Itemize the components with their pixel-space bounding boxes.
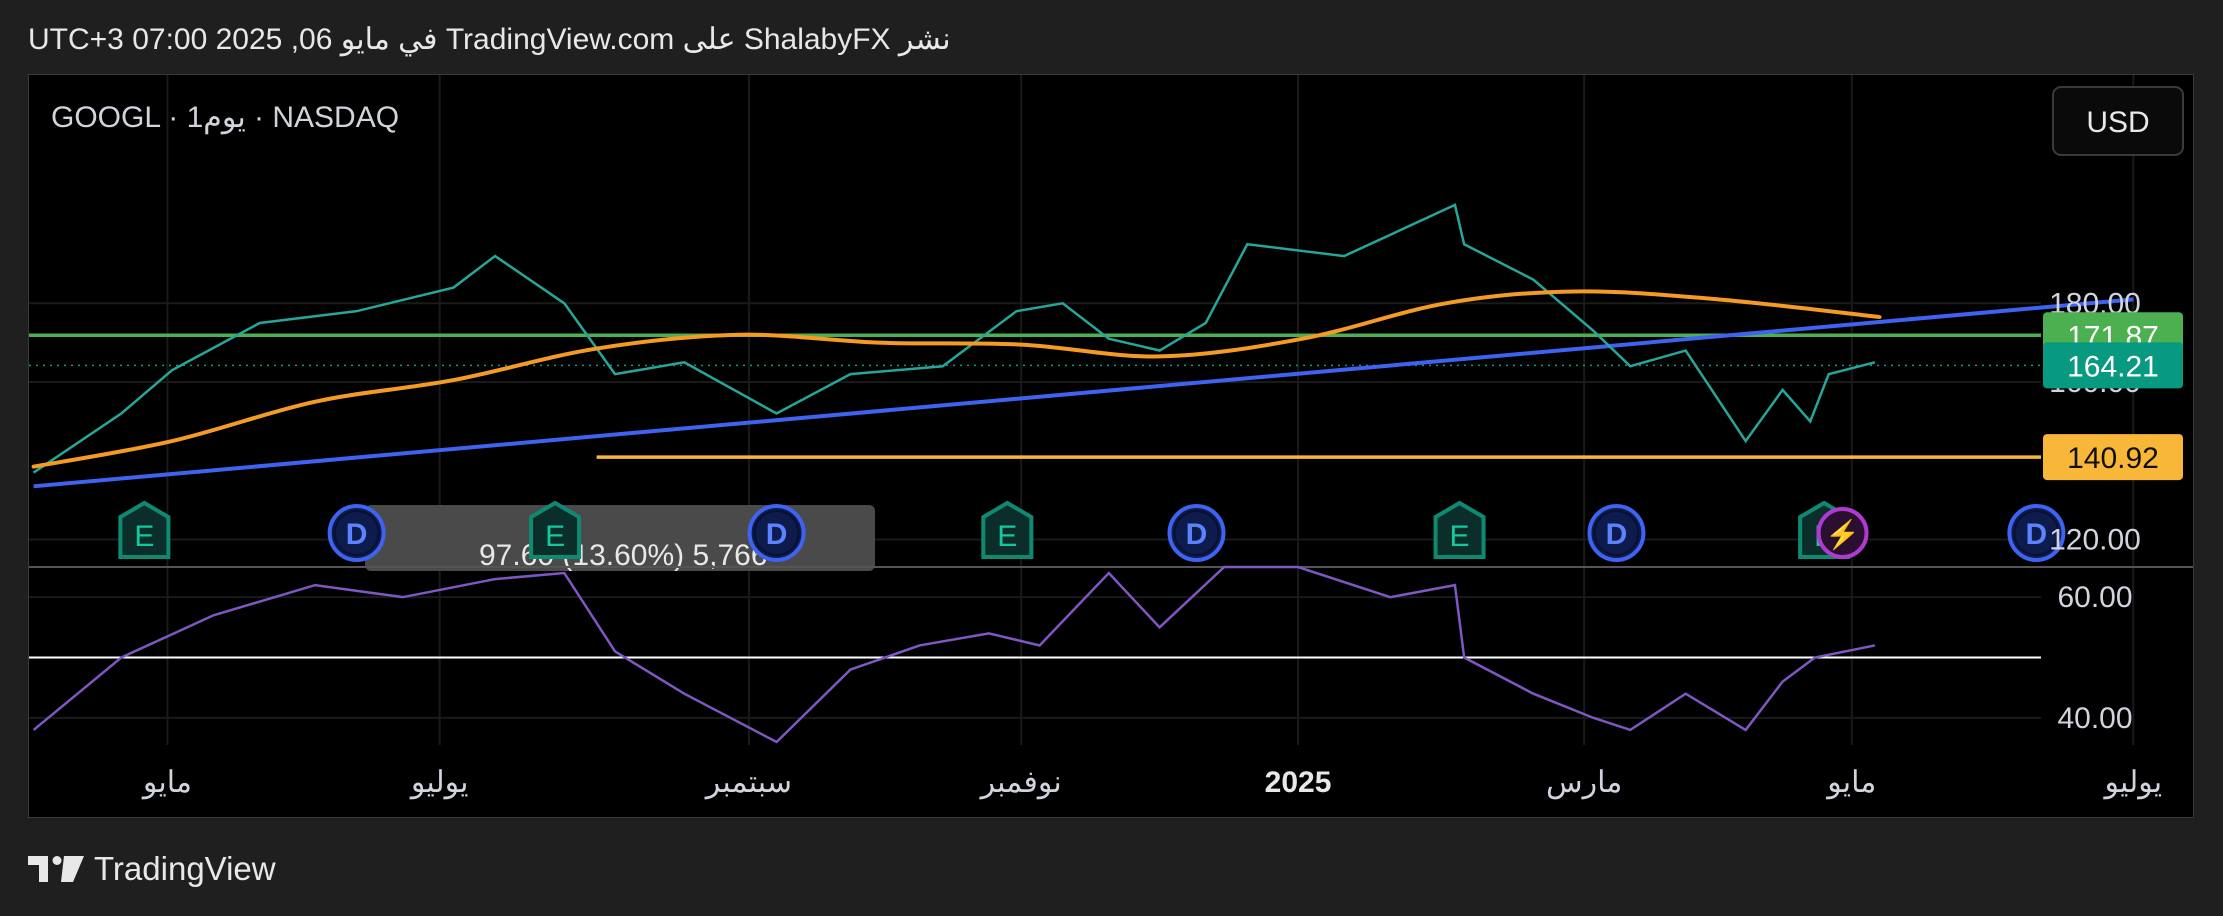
svg-text:E: E [1450, 520, 1470, 553]
svg-text:D: D [1606, 518, 1628, 551]
dividend-marker-icon[interactable]: D [327, 504, 386, 562]
split-marker-icon[interactable]: ⚡ [1816, 507, 1869, 559]
time-tick-label: مايو [141, 766, 192, 800]
time-tick-label: 2025 [1265, 766, 1332, 799]
price-tick-label: 120.00 [2049, 523, 2141, 556]
svg-text:D: D [766, 518, 788, 551]
rsi-axis[interactable]: 60.00 40.00 [2057, 581, 2132, 735]
rsi-tick-label: 60.00 [2057, 581, 2132, 614]
earnings-marker-icon[interactable]: E [981, 500, 1034, 559]
svg-text:D: D [1186, 518, 1208, 551]
svg-text:140.92: 140.92 [2067, 442, 2159, 475]
currency-button[interactable]: USD [2052, 86, 2184, 156]
svg-text:E: E [997, 520, 1017, 553]
rsi-pane [29, 565, 2041, 744]
time-tick-label: نوفمبر [979, 766, 1062, 800]
grid-lines [29, 75, 2135, 745]
time-tick-label: يوليو [409, 766, 469, 800]
rsi-line [32, 565, 1876, 744]
time-tick-label: مايو [1825, 766, 1876, 800]
svg-text:D: D [2026, 518, 2048, 551]
price-series-line [32, 203, 1876, 474]
svg-text:⚡: ⚡ [1825, 518, 1860, 551]
time-tick-label: يوليو [2103, 766, 2163, 800]
time-tick-label: سبتمبر [704, 766, 792, 800]
dividend-marker-icon[interactable]: D [1167, 504, 1226, 562]
chart-canvas[interactable]: 97.60 (13.60%) 5,766 EDEDEDEDEDE⚡ 180.00… [29, 75, 2194, 818]
svg-text:164.21: 164.21 [2067, 350, 2159, 383]
symbol-label: GOOGL · 1يوم · NASDAQ [51, 101, 399, 135]
chart-panel[interactable]: 97.60 (13.60%) 5,766 EDEDEDEDEDE⚡ 180.00… [28, 74, 2194, 818]
currency-button-label: USD [2086, 106, 2149, 139]
dividend-marker-icon[interactable]: D [747, 504, 806, 562]
svg-text:E: E [545, 520, 565, 553]
dividend-marker-icon[interactable]: D [1587, 504, 1646, 562]
tradingview-logo[interactable]: TradingView [28, 850, 276, 888]
time-tick-label: مارس [1546, 766, 1622, 800]
earnings-marker-icon[interactable]: E [529, 500, 582, 559]
earnings-marker-icon[interactable]: E [118, 500, 171, 559]
price-badge: 164.21 [2043, 342, 2183, 389]
price-badge: 140.92 [2043, 434, 2183, 481]
published-caption: نشر ShalabyFX على TradingView.com في ماي… [28, 23, 951, 56]
rsi-tick-label: 40.00 [2057, 702, 2132, 735]
time-axis[interactable]: مايو يوليو سبتمبر نوفمبر 2025 مارس مايو يوليو [141, 766, 2162, 800]
svg-text:D: D [346, 518, 368, 551]
brand-name: TradingView [94, 850, 276, 887]
tradingview-logo-icon [28, 856, 84, 882]
svg-text:E: E [134, 520, 154, 553]
earnings-marker-icon[interactable]: E [1433, 500, 1486, 559]
